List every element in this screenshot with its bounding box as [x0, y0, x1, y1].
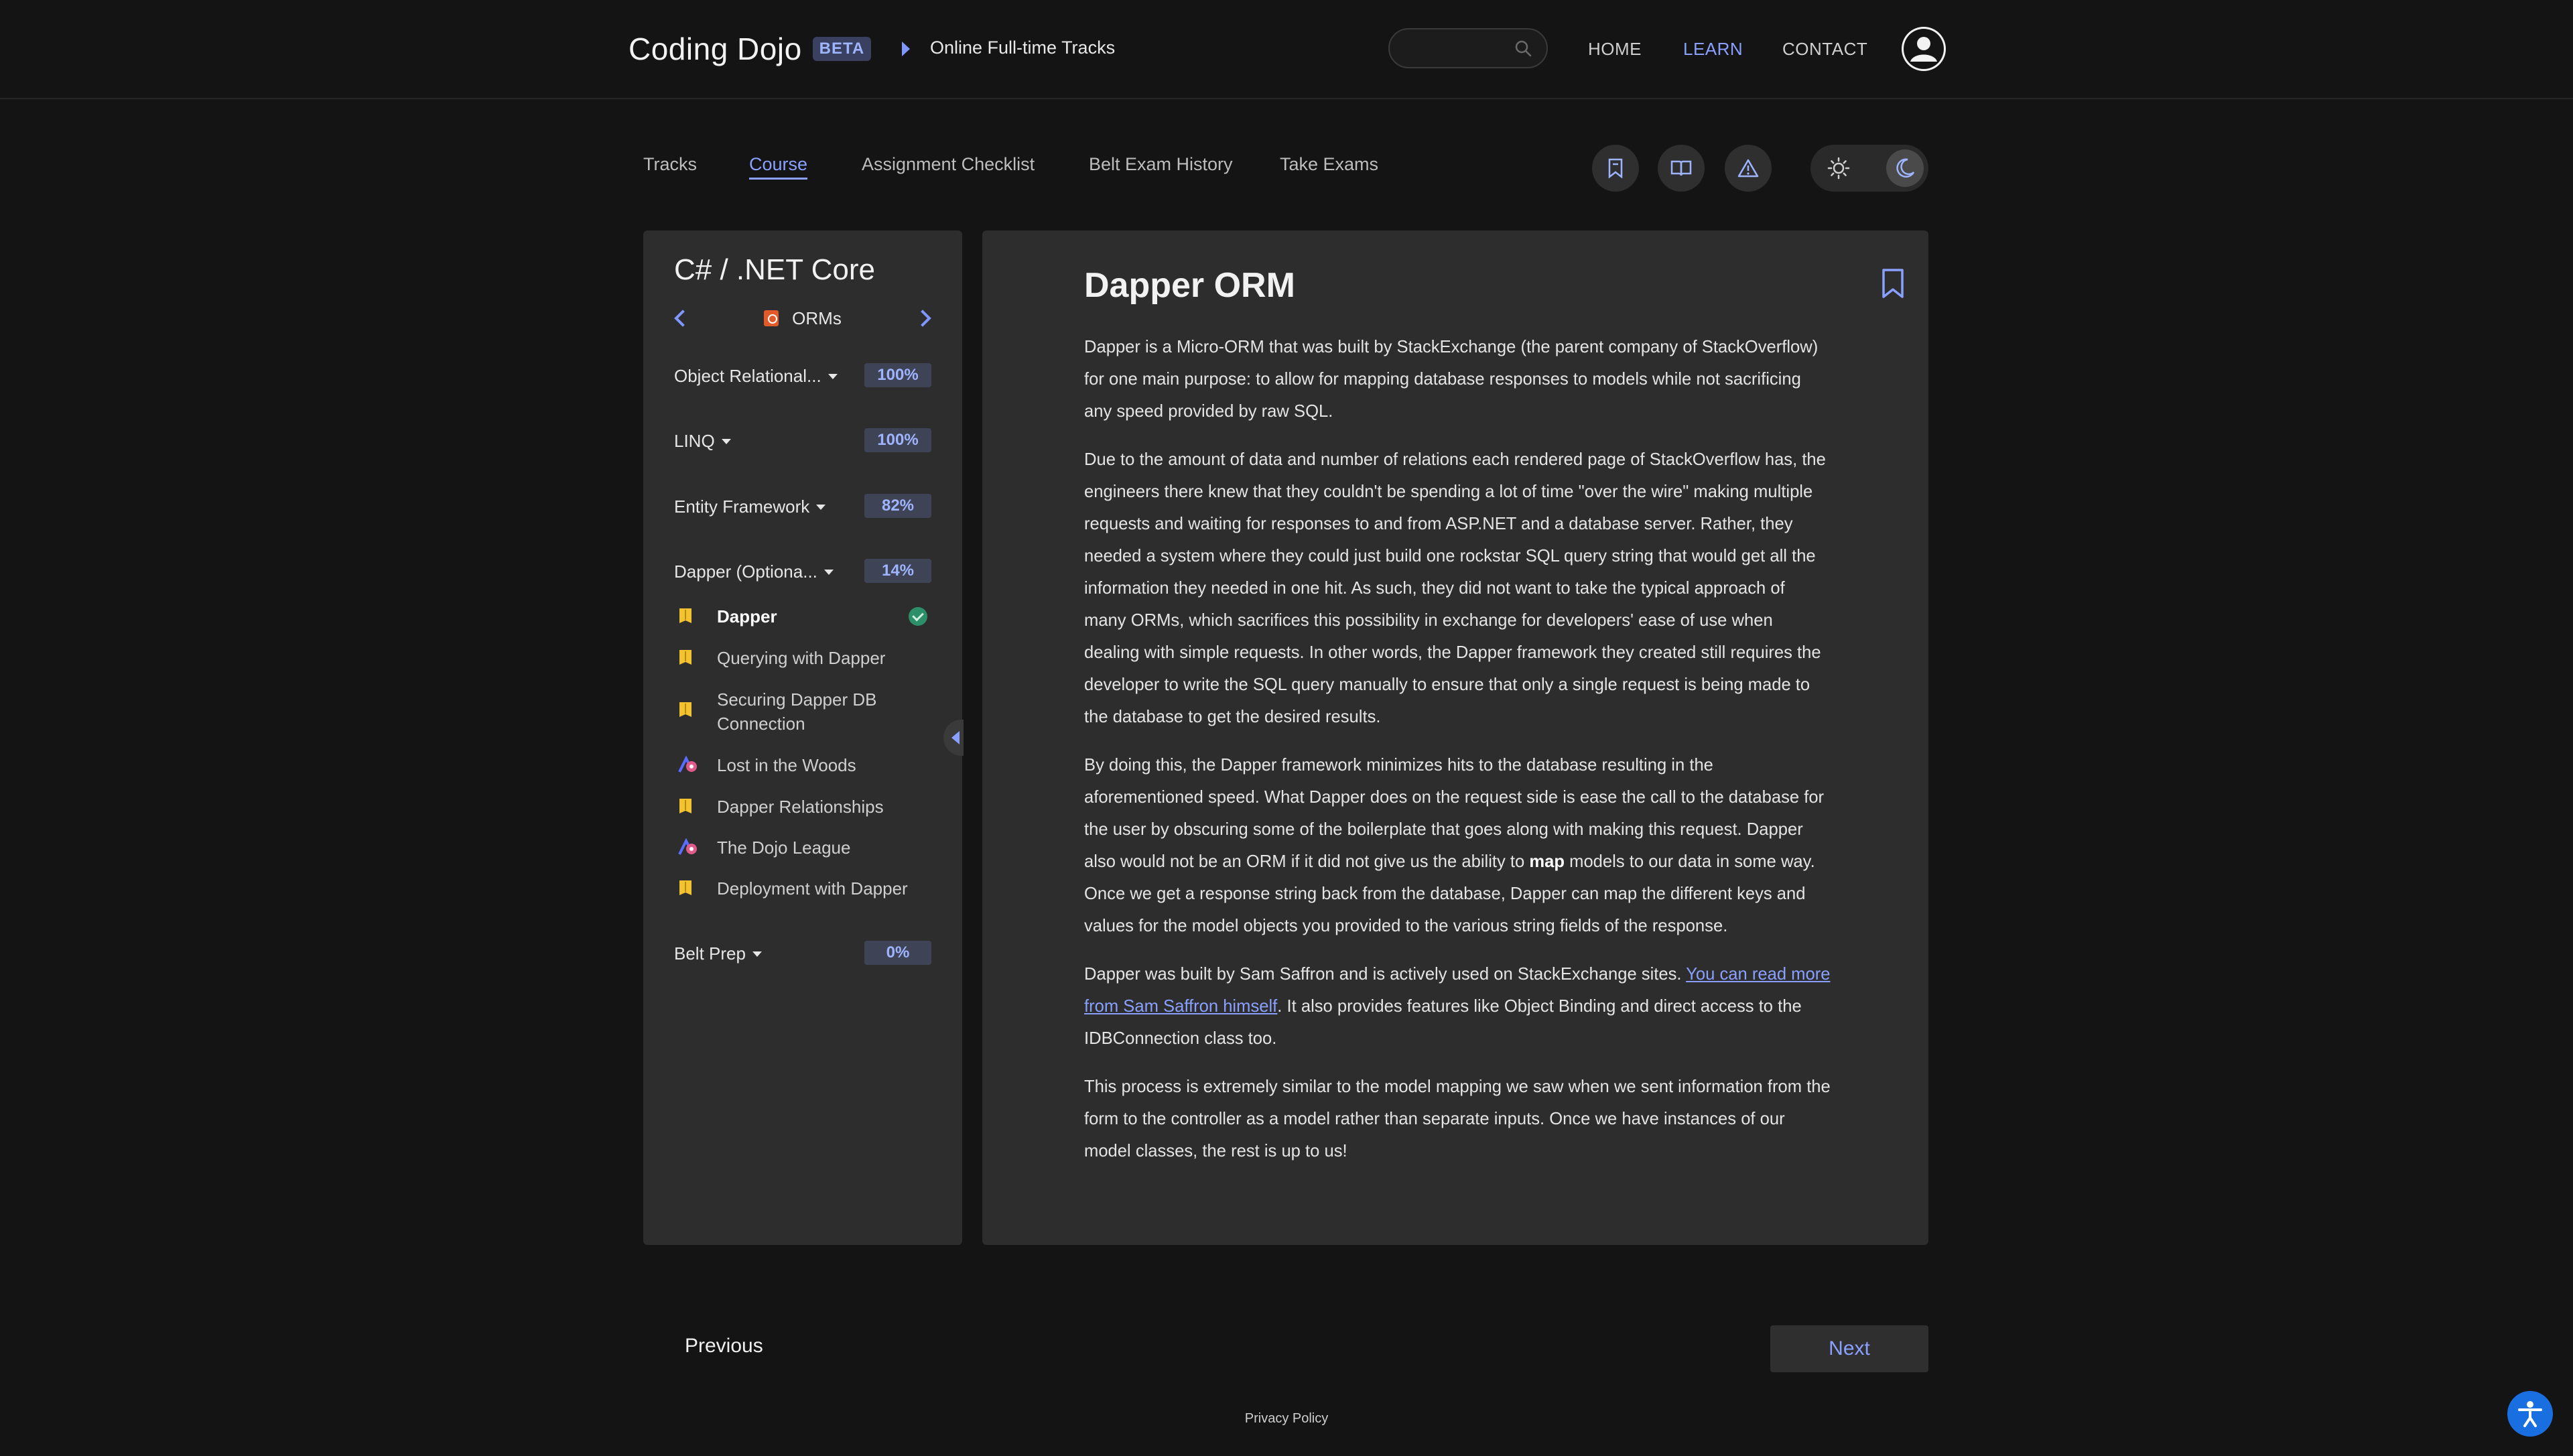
paragraph: Dapper was built by Sam Saffron and is a… — [1084, 958, 1831, 1055]
progress-badge: 0% — [864, 941, 931, 965]
brand-logo[interactable]: Coding Dojo BETA — [629, 31, 872, 67]
lesson-body: Dapper is a Micro-ORM that was built by … — [1084, 331, 1831, 1183]
unit-icon — [764, 310, 779, 326]
light-mode-button[interactable] — [1820, 149, 1857, 187]
lesson-label: Lost in the Woods — [717, 755, 856, 775]
brand-name: Coding Dojo — [629, 31, 802, 66]
search-icon — [1515, 40, 1532, 57]
caret-down-icon — [828, 374, 838, 379]
moon-icon — [1896, 158, 1915, 178]
tab-belt-exam-history[interactable]: Belt Exam History — [1089, 154, 1233, 175]
tab-assignment-checklist[interactable]: Assignment Checklist — [862, 154, 1035, 175]
beta-badge: BETA — [812, 37, 872, 61]
paragraph: This process is extremely similar to the… — [1084, 1077, 1831, 1161]
section-label: Object Relational... — [674, 366, 821, 386]
lesson-label: Securing Dapper DB Connection — [717, 689, 877, 734]
user-icon — [1904, 29, 1944, 69]
reading-icon — [679, 880, 691, 895]
progress-badge: 100% — [864, 428, 931, 452]
caret-down-icon — [721, 439, 731, 444]
bookmark-lesson-icon[interactable] — [1882, 268, 1904, 299]
section-label: Belt Prep — [674, 943, 746, 964]
sun-icon — [1827, 157, 1850, 180]
current-unit[interactable]: ORMs — [674, 308, 931, 329]
progress-badge: 100% — [864, 363, 931, 387]
lesson-label: Deployment with Dapper — [717, 878, 908, 899]
section-object-relational[interactable]: Object Relational... 100% — [674, 362, 931, 389]
top-header: Coding Dojo BETA Online Full-time Tracks… — [0, 0, 2573, 99]
lesson-label: Dapper — [717, 606, 777, 626]
nav-contact[interactable]: CONTACT — [1782, 39, 1867, 60]
section-dapper[interactable]: Dapper (Optiona... 14% — [674, 557, 931, 584]
book-icon — [1670, 160, 1692, 176]
section-entity-framework[interactable]: Entity Framework 82% — [674, 492, 931, 519]
theme-toggle[interactable] — [1810, 145, 1928, 192]
lesson-deployment-with-dapper[interactable]: Deployment with Dapper — [674, 876, 931, 903]
tab-tracks[interactable]: Tracks — [643, 154, 697, 175]
lesson-lost-in-the-woods[interactable]: Lost in the Woods — [674, 753, 931, 780]
lesson-the-dojo-league[interactable]: The Dojo League — [674, 836, 931, 862]
tab-take-exams[interactable]: Take Exams — [1280, 154, 1378, 175]
caret-down-icon — [752, 951, 762, 957]
warning-icon — [1737, 159, 1759, 178]
unit-label: ORMs — [792, 308, 842, 328]
nav-home[interactable]: HOME — [1588, 39, 1642, 60]
completed-check-icon — [909, 607, 927, 626]
report-issue-button[interactable] — [1725, 145, 1772, 192]
lesson-content: Dapper ORM Dapper is a Micro-ORM that wa… — [982, 230, 1928, 1245]
lesson-label: Querying with Dapper — [717, 648, 886, 668]
lesson-querying-with-dapper[interactable]: Querying with Dapper — [674, 646, 931, 673]
lesson-title: Dapper ORM — [1084, 266, 1295, 305]
progress-badge: 14% — [864, 559, 931, 583]
assignment-icon — [678, 756, 697, 773]
bookmark-icon — [1608, 158, 1623, 178]
dark-mode-button[interactable] — [1886, 149, 1924, 187]
reading-icon — [679, 799, 691, 813]
paragraph: Due to the amount of data and number of … — [1084, 450, 1826, 726]
section-label: Entity Framework — [674, 497, 810, 517]
section-label: LINQ — [674, 431, 715, 451]
lesson-dapper[interactable]: Dapper — [674, 604, 931, 631]
reading-mode-button[interactable] — [1658, 145, 1705, 192]
caret-down-icon — [823, 570, 834, 575]
assignment-icon — [678, 838, 697, 855]
tab-course[interactable]: Course — [749, 154, 808, 180]
course-sidebar: C# / .NET Core ORMs Object Relational...… — [643, 230, 962, 1245]
section-belt-prep[interactable]: Belt Prep 0% — [674, 939, 931, 966]
breadcrumb-track[interactable]: Online Full-time Tracks — [930, 38, 1115, 58]
next-button[interactable]: Next — [1770, 1325, 1928, 1372]
previous-button[interactable]: Previous — [685, 1335, 763, 1358]
search-input[interactable] — [1388, 28, 1548, 68]
paragraph: Dapper is a Micro-ORM that was built by … — [1084, 338, 1819, 421]
reading-icon — [679, 702, 691, 717]
user-avatar[interactable] — [1902, 27, 1946, 71]
lesson-securing-dapper-db-connection[interactable]: Securing Dapper DB Connection — [674, 687, 931, 738]
bookmarks-button[interactable] — [1592, 145, 1639, 192]
reading-icon — [679, 650, 691, 665]
bold-text: map — [1529, 852, 1565, 871]
lesson-label: Dapper Relationships — [717, 797, 884, 817]
lesson-label: The Dojo League — [717, 838, 851, 858]
accessibility-button[interactable] — [2507, 1391, 2553, 1437]
reading-icon — [679, 608, 691, 623]
paragraph: By doing this, the Dapper framework mini… — [1084, 749, 1831, 942]
caret-down-icon — [816, 505, 826, 510]
lesson-dapper-relationships[interactable]: Dapper Relationships — [674, 795, 931, 821]
progress-badge: 82% — [864, 494, 931, 518]
section-linq[interactable]: LINQ 100% — [674, 427, 931, 454]
breadcrumb-arrow-icon — [902, 42, 910, 56]
course-title: C# / .NET Core — [674, 253, 875, 286]
text-span: Dapper was built by Sam Saffron and is a… — [1084, 965, 1687, 984]
unit-navigator: ORMs — [674, 307, 931, 334]
section-label: Dapper (Optiona... — [674, 561, 817, 582]
privacy-policy-link[interactable]: Privacy Policy — [0, 1411, 2573, 1427]
accessibility-icon — [2518, 1401, 2542, 1427]
nav-learn[interactable]: LEARN — [1683, 39, 1743, 60]
